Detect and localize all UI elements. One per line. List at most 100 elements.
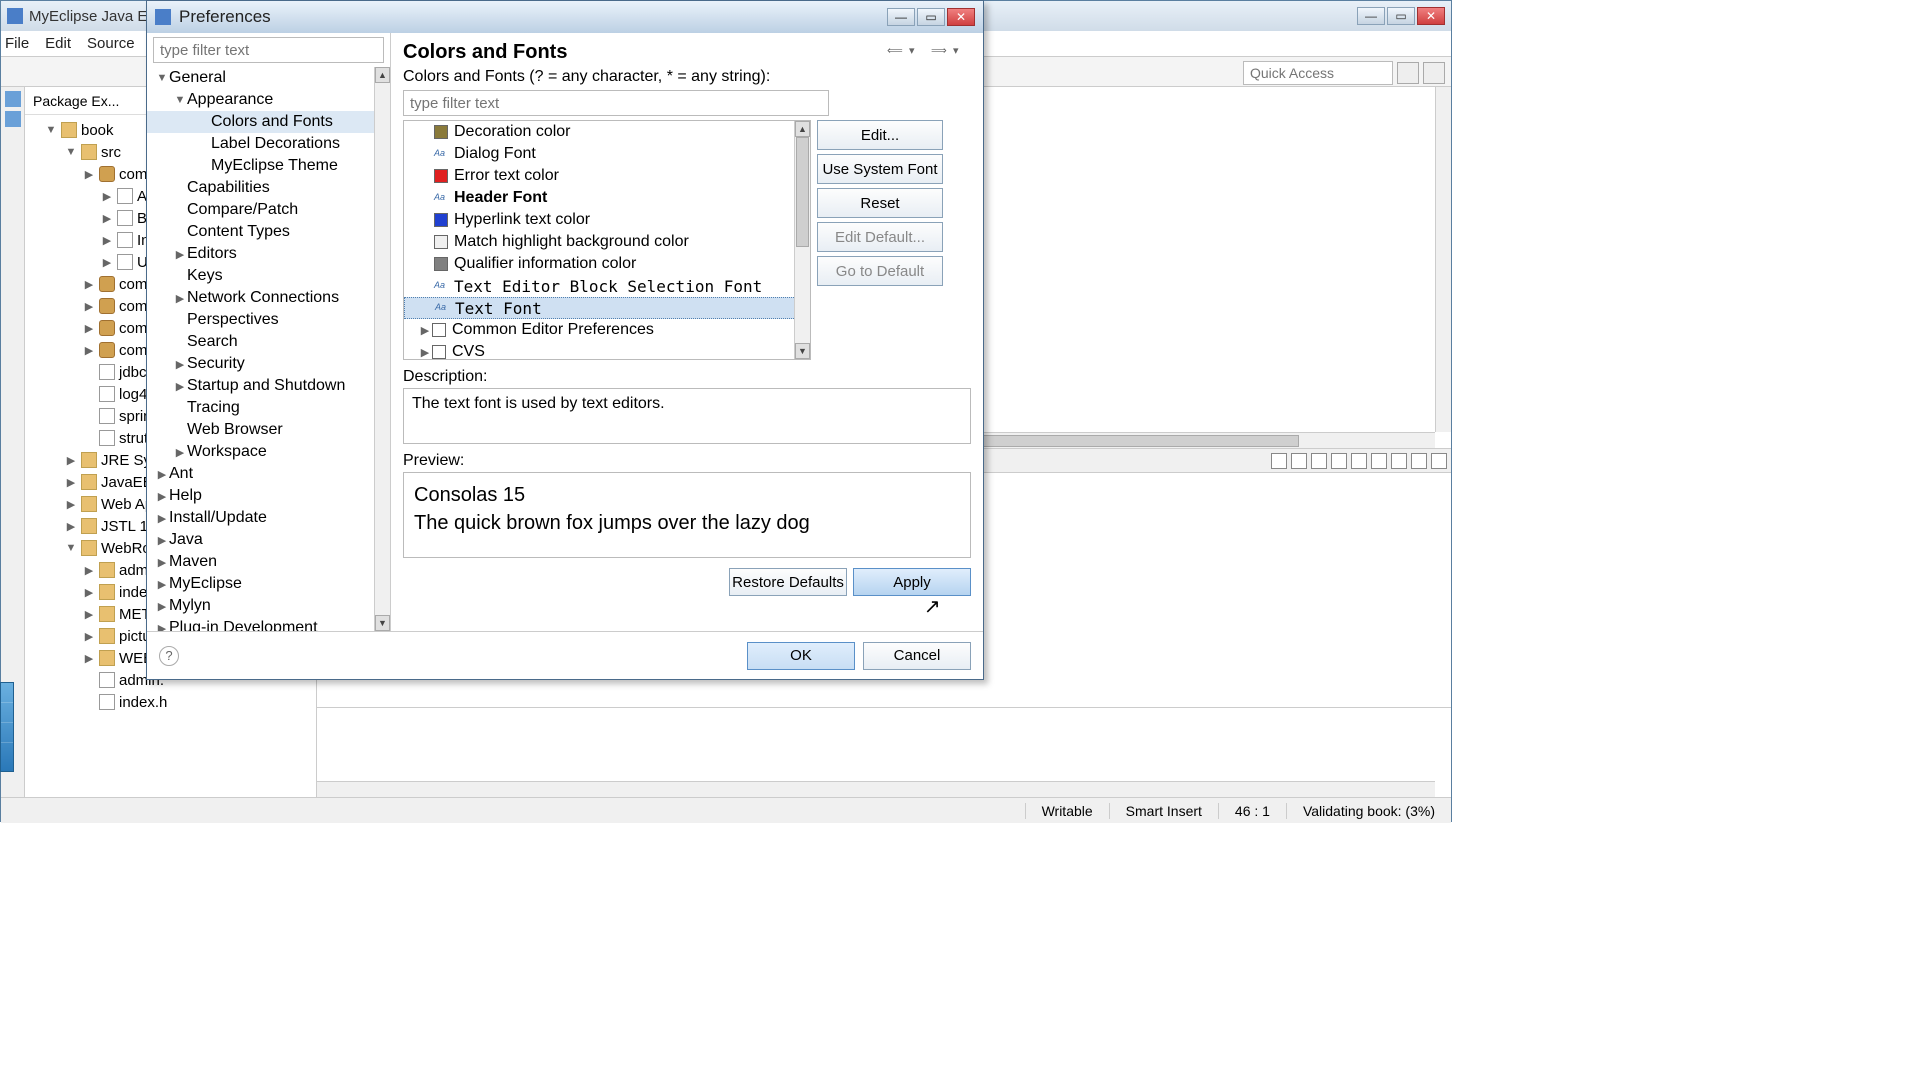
cf-item[interactable]: Decoration color bbox=[404, 121, 810, 143]
back-menu-icon[interactable]: ▾ bbox=[909, 44, 927, 62]
cancel-button[interactable]: Cancel bbox=[863, 642, 971, 670]
pref-tree-item[interactable]: Compare/Patch bbox=[147, 199, 390, 221]
pref-tree-item[interactable]: ▶Workspace bbox=[147, 441, 390, 463]
twisty-icon[interactable]: ▶ bbox=[83, 278, 95, 291]
ok-button[interactable]: OK bbox=[747, 642, 855, 670]
colors-fonts-tree[interactable]: Decoration colorAaDialog FontError text … bbox=[403, 120, 811, 360]
pref-tree-item[interactable]: ▼Appearance bbox=[147, 89, 390, 111]
reset-button[interactable]: Reset bbox=[817, 188, 943, 218]
twisty-icon[interactable]: ▼ bbox=[155, 72, 169, 84]
maximize-icon[interactable]: ▭ bbox=[1387, 7, 1415, 25]
pref-tree-item[interactable]: MyEclipse Theme bbox=[147, 155, 390, 177]
twisty-icon[interactable]: ▶ bbox=[155, 490, 169, 503]
tree-item[interactable]: index.h bbox=[25, 691, 316, 713]
console-icon[interactable] bbox=[1411, 453, 1427, 469]
minimize-icon[interactable]: — bbox=[887, 8, 915, 26]
scrollbar-horizontal[interactable] bbox=[317, 781, 1435, 797]
twisty-icon[interactable]: ▼ bbox=[173, 94, 187, 106]
twisty-icon[interactable]: ▼ bbox=[65, 542, 77, 554]
twisty-icon[interactable]: ▶ bbox=[173, 358, 187, 371]
twisty-icon[interactable]: ▶ bbox=[155, 556, 169, 569]
use-system-font-button[interactable]: Use System Font bbox=[817, 154, 943, 184]
twisty-icon[interactable]: ▶ bbox=[173, 292, 187, 305]
maximize-icon[interactable]: ▭ bbox=[917, 8, 945, 26]
console-icon[interactable] bbox=[1291, 453, 1307, 469]
twisty-icon[interactable]: ▶ bbox=[65, 476, 77, 489]
pref-tree-item[interactable]: ▶Mylyn bbox=[147, 595, 390, 617]
tool-icon[interactable] bbox=[5, 91, 21, 107]
forward-menu-icon[interactable]: ▾ bbox=[953, 44, 971, 62]
twisty-icon[interactable]: ▶ bbox=[155, 468, 169, 481]
pref-tree-item[interactable]: Search bbox=[147, 331, 390, 353]
pref-tree-item[interactable]: Capabilities bbox=[147, 177, 390, 199]
pref-tree-item[interactable]: Tracing bbox=[147, 397, 390, 419]
pref-tree-item[interactable]: ▶Plug-in Development bbox=[147, 617, 390, 631]
cf-item[interactable]: AaText Font bbox=[404, 297, 810, 319]
twisty-icon[interactable]: ▶ bbox=[101, 212, 113, 225]
pref-tree-item[interactable]: ▶Network Connections bbox=[147, 287, 390, 309]
scrollbar-vertical[interactable]: ▲▼ bbox=[374, 67, 390, 631]
console-icon[interactable] bbox=[1311, 453, 1327, 469]
console-icon[interactable] bbox=[1271, 453, 1287, 469]
console-icon[interactable] bbox=[1391, 453, 1407, 469]
twisty-icon[interactable]: ▶ bbox=[83, 652, 95, 665]
twisty-icon[interactable]: ▶ bbox=[83, 322, 95, 335]
console-icon[interactable] bbox=[1331, 453, 1347, 469]
close-icon[interactable]: ✕ bbox=[947, 8, 975, 26]
preferences-filter-input[interactable] bbox=[153, 37, 384, 63]
cf-item[interactable]: Hyperlink text color bbox=[404, 209, 810, 231]
pref-tree-item[interactable]: ▶Help bbox=[147, 485, 390, 507]
cf-item[interactable]: AaHeader Font bbox=[404, 187, 810, 209]
tool-icon[interactable] bbox=[5, 111, 21, 127]
restore-defaults-button[interactable]: Restore Defaults bbox=[729, 568, 847, 596]
apply-button[interactable]: Apply bbox=[853, 568, 971, 596]
pref-tree-item[interactable]: ▶Editors bbox=[147, 243, 390, 265]
twisty-icon[interactable]: ▶ bbox=[101, 256, 113, 269]
console-icon[interactable] bbox=[1351, 453, 1367, 469]
menu-file[interactable]: File bbox=[5, 35, 29, 52]
twisty-icon[interactable]: ▶ bbox=[83, 564, 95, 577]
pref-tree-item[interactable]: ▶Startup and Shutdown bbox=[147, 375, 390, 397]
twisty-icon[interactable]: ▼ bbox=[65, 146, 77, 158]
menu-edit[interactable]: Edit bbox=[45, 35, 71, 52]
twisty-icon[interactable]: ▶ bbox=[83, 630, 95, 643]
twisty-icon[interactable]: ▶ bbox=[418, 346, 432, 359]
pref-tree-item[interactable]: Label Decorations bbox=[147, 133, 390, 155]
pref-tree-item[interactable]: ▶Install/Update bbox=[147, 507, 390, 529]
pref-tree-item[interactable]: ▶Java bbox=[147, 529, 390, 551]
twisty-icon[interactable]: ▶ bbox=[83, 586, 95, 599]
perspective-button[interactable] bbox=[1397, 62, 1419, 84]
minimize-icon[interactable]: — bbox=[1357, 7, 1385, 25]
twisty-icon[interactable]: ▼ bbox=[45, 124, 57, 136]
pref-tree-item[interactable]: Colors and Fonts bbox=[147, 111, 390, 133]
cf-item[interactable]: AaText Editor Block Selection Font bbox=[404, 275, 810, 297]
pref-tree-item[interactable]: Web Browser bbox=[147, 419, 390, 441]
twisty-icon[interactable]: ▶ bbox=[65, 520, 77, 533]
twisty-icon[interactable]: ▶ bbox=[173, 248, 187, 261]
twisty-icon[interactable]: ▶ bbox=[101, 190, 113, 203]
close-icon[interactable]: ✕ bbox=[1417, 7, 1445, 25]
twisty-icon[interactable]: ▶ bbox=[65, 498, 77, 511]
scrollbar-vertical[interactable]: ▲ ▼ bbox=[794, 121, 810, 359]
twisty-icon[interactable]: ▶ bbox=[155, 622, 169, 632]
twisty-icon[interactable]: ▶ bbox=[101, 234, 113, 247]
menu-source[interactable]: Source bbox=[87, 35, 135, 52]
twisty-icon[interactable]: ▶ bbox=[155, 512, 169, 525]
pref-tree-item[interactable]: Content Types bbox=[147, 221, 390, 243]
scrollbar-vertical[interactable] bbox=[1435, 87, 1451, 432]
cf-item[interactable]: Match highlight background color bbox=[404, 231, 810, 253]
twisty-icon[interactable]: ▶ bbox=[418, 324, 432, 337]
edit-button[interactable]: Edit... bbox=[817, 120, 943, 150]
console-icon[interactable] bbox=[1371, 453, 1387, 469]
cf-item[interactable]: Qualifier information color bbox=[404, 253, 810, 275]
help-icon[interactable]: ? bbox=[159, 646, 179, 666]
twisty-icon[interactable]: ▶ bbox=[173, 446, 187, 459]
colors-fonts-filter-input[interactable] bbox=[403, 90, 829, 116]
twisty-icon[interactable]: ▶ bbox=[83, 168, 95, 181]
pref-tree-item[interactable]: ▶MyEclipse bbox=[147, 573, 390, 595]
pref-tree-item[interactable]: ▶Security bbox=[147, 353, 390, 375]
quick-access-input[interactable] bbox=[1243, 61, 1393, 85]
pref-tree-item[interactable]: Perspectives bbox=[147, 309, 390, 331]
twisty-icon[interactable]: ▶ bbox=[83, 344, 95, 357]
twisty-icon[interactable]: ▶ bbox=[65, 454, 77, 467]
